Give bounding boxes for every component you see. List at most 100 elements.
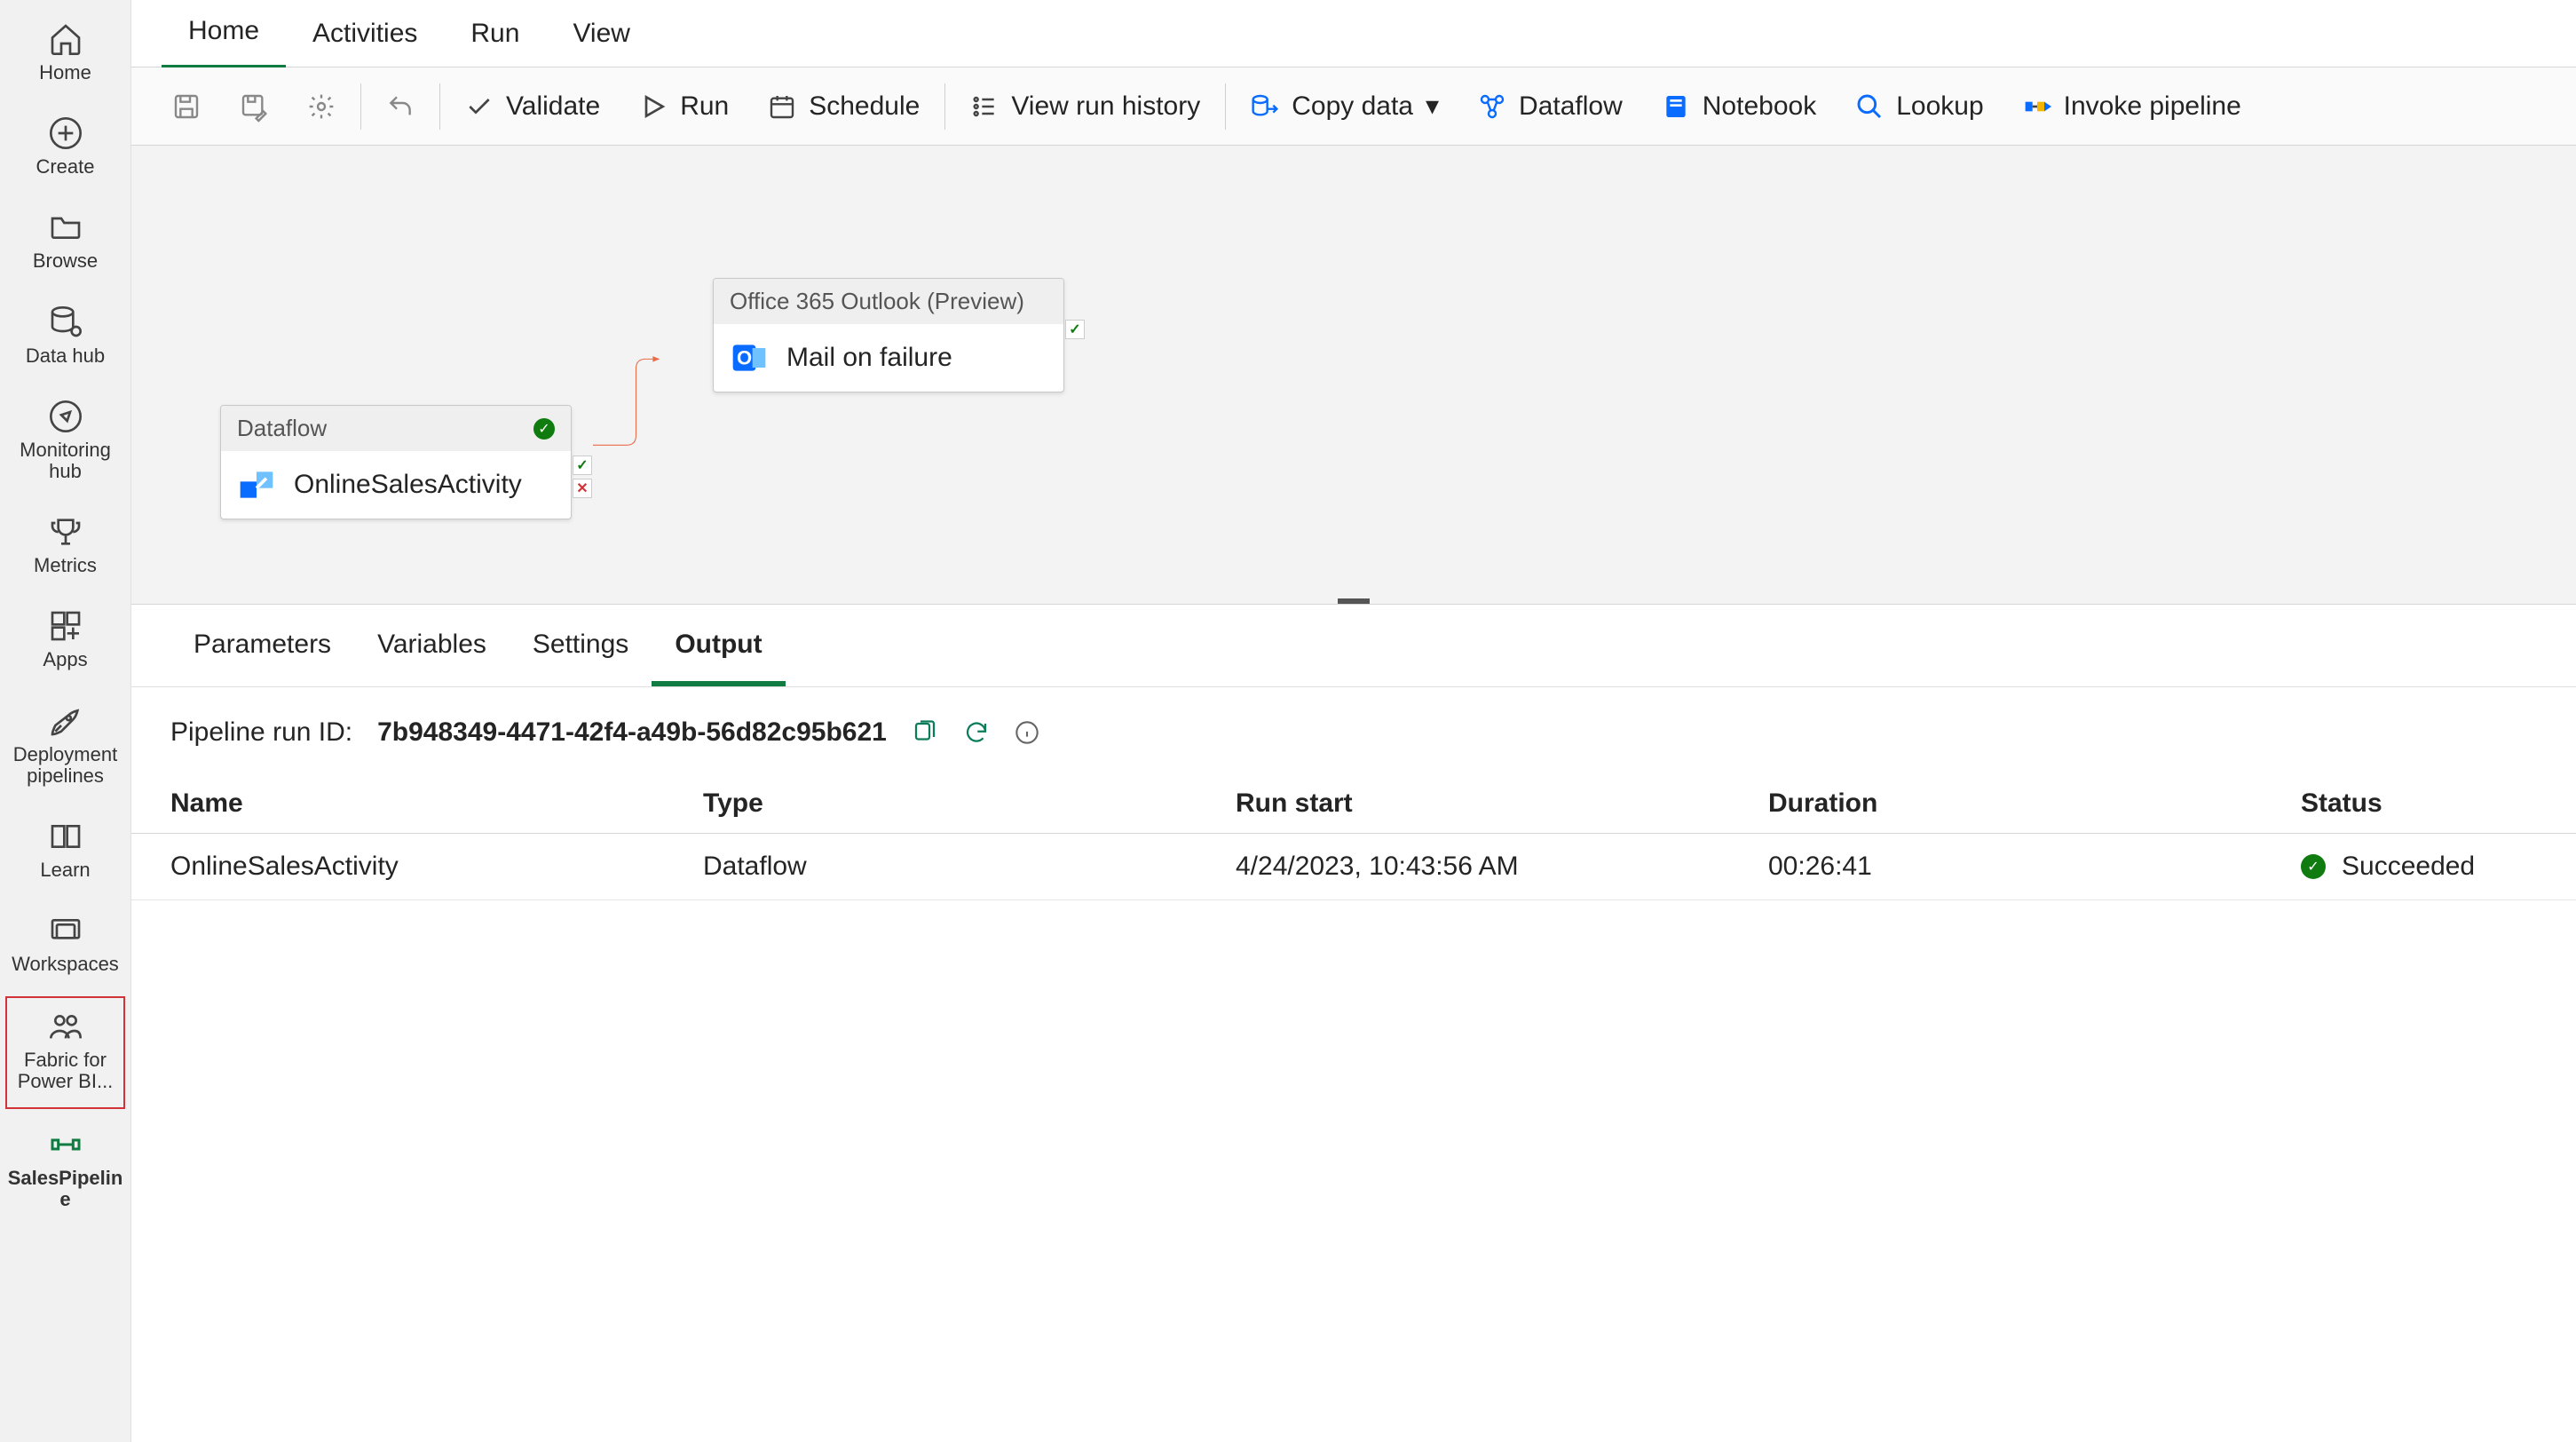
play-icon	[639, 92, 668, 121]
svg-text:O: O	[737, 346, 752, 368]
success-icon	[533, 418, 555, 440]
success-icon	[2301, 854, 2326, 879]
cell-status: Succeeded	[2262, 834, 2576, 900]
copy-data-button[interactable]: Copy data ▾	[1231, 67, 1458, 146]
activity-outlook[interactable]: Office 365 Outlook (Preview) O Mail on f…	[713, 278, 1064, 392]
book-icon	[48, 819, 83, 854]
activity-outlook-name: Mail on failure	[786, 343, 952, 373]
output-table: Name Type Run start Duration Status Onli…	[131, 774, 2576, 900]
ribbon-separator	[944, 83, 945, 130]
pipeline-canvas[interactable]: Dataflow OnlineSalesActivity ✓ ✕ Office …	[131, 146, 2576, 604]
search-icon	[1855, 92, 1884, 121]
lookup-button[interactable]: Lookup	[1836, 67, 2003, 146]
rail-apps-label: Apps	[43, 649, 87, 670]
col-duration: Duration	[1729, 774, 2262, 834]
save-button[interactable]	[153, 67, 220, 146]
rail-home[interactable]: Home	[0, 7, 130, 101]
chevron-down-icon: ▾	[1426, 91, 1439, 122]
copy-data-icon	[1251, 92, 1279, 121]
undo-icon	[386, 92, 415, 121]
port-success[interactable]: ✓	[573, 456, 592, 475]
home-icon	[48, 21, 83, 57]
rail-datahub[interactable]: Data hub	[0, 290, 130, 384]
compass-icon	[48, 399, 83, 434]
tab-home[interactable]: Home	[162, 0, 286, 70]
rail-browse[interactable]: Browse	[0, 195, 130, 289]
tab-activities[interactable]: Activities	[286, 0, 444, 67]
tab-view[interactable]: View	[546, 0, 656, 67]
copy-icon[interactable]	[912, 719, 938, 746]
rail-learn[interactable]: Learn	[0, 804, 130, 899]
port-success[interactable]: ✓	[1065, 320, 1085, 339]
run-button[interactable]: Run	[620, 67, 748, 146]
rail-create-label: Create	[36, 156, 94, 178]
view-run-history-label: View run history	[1011, 91, 1200, 122]
rail-learn-label: Learn	[40, 860, 90, 881]
top-tab-bar: Home Activities Run View	[131, 0, 2576, 67]
left-nav-rail: Home Create Browse Data hub Monitoring h…	[0, 0, 131, 1442]
rail-workspaces-label: Workspaces	[12, 954, 119, 975]
rail-deployment[interactable]: Deployment pipelines	[0, 689, 130, 804]
pipeline-icon	[48, 1127, 83, 1162]
port-failure[interactable]: ✕	[573, 479, 592, 498]
status-text: Succeeded	[2342, 852, 2475, 882]
tab-run[interactable]: Run	[444, 0, 546, 67]
save-as-button[interactable]	[220, 67, 288, 146]
activity-outlook-type: Office 365 Outlook (Preview)	[730, 288, 1024, 315]
run-label: Run	[680, 91, 729, 122]
rail-monitoring-label: Monitoring hub	[4, 440, 127, 482]
outlook-icon: O	[730, 338, 769, 377]
dataflow-label: Dataflow	[1519, 91, 1623, 122]
schedule-label: Schedule	[809, 91, 920, 122]
check-icon	[465, 92, 494, 121]
notebook-button[interactable]: Notebook	[1642, 67, 1836, 146]
detail-tab-settings[interactable]: Settings	[510, 605, 652, 686]
rail-datahub-label: Data hub	[26, 345, 105, 367]
run-id-value: 7b948349-4471-42f4-a49b-56d82c95b621	[377, 717, 887, 748]
activity-dataflow[interactable]: Dataflow OnlineSalesActivity ✓ ✕	[220, 405, 572, 519]
cell-type: Dataflow	[664, 834, 1197, 900]
info-icon[interactable]	[1015, 720, 1039, 745]
notebook-label: Notebook	[1703, 91, 1816, 122]
activity-dataflow-type: Dataflow	[237, 415, 327, 442]
apps-icon	[48, 608, 83, 644]
folder-icon	[48, 210, 83, 245]
settings-button[interactable]	[288, 67, 355, 146]
rail-deployment-label: Deployment pipelines	[4, 744, 127, 787]
detail-panel: Parameters Variables Settings Output Pip…	[131, 604, 2576, 1442]
rail-create[interactable]: Create	[0, 101, 130, 195]
validate-button[interactable]: Validate	[446, 67, 620, 146]
detail-tab-parameters[interactable]: Parameters	[170, 605, 354, 686]
run-id-row: Pipeline run ID: 7b948349-4471-42f4-a49b…	[131, 687, 2576, 774]
save-icon	[172, 92, 201, 121]
rail-monitoring[interactable]: Monitoring hub	[0, 384, 130, 500]
col-name: Name	[131, 774, 664, 834]
gear-icon	[307, 92, 336, 121]
database-icon	[48, 305, 83, 340]
calendar-icon	[768, 92, 796, 121]
rail-apps[interactable]: Apps	[0, 594, 130, 688]
invoke-pipeline-icon	[2023, 92, 2051, 121]
view-run-history-button[interactable]: View run history	[951, 67, 1220, 146]
rail-fabric-powerbi[interactable]: Fabric for Power BI...	[5, 996, 125, 1108]
cell-name: OnlineSalesActivity	[131, 834, 664, 900]
rail-metrics[interactable]: Metrics	[0, 500, 130, 594]
rail-workspaces[interactable]: Workspaces	[0, 899, 130, 993]
list-icon	[970, 92, 999, 121]
col-type: Type	[664, 774, 1197, 834]
run-id-label: Pipeline run ID:	[170, 717, 352, 748]
schedule-button[interactable]: Schedule	[748, 67, 939, 146]
invoke-pipeline-label: Invoke pipeline	[2064, 91, 2241, 122]
detail-tab-variables[interactable]: Variables	[354, 605, 510, 686]
dataflow-activity-icon	[237, 465, 276, 504]
activity-outlook-ports: ✓	[1065, 320, 1085, 339]
ribbon-separator	[1225, 83, 1226, 130]
refresh-icon[interactable]	[963, 719, 990, 746]
dataflow-button[interactable]: Dataflow	[1458, 67, 1642, 146]
rail-salespipeline[interactable]: SalesPipelin e	[0, 1113, 130, 1228]
table-row[interactable]: OnlineSalesActivity Dataflow 4/24/2023, …	[131, 834, 2576, 900]
undo-button[interactable]	[367, 67, 434, 146]
rail-salespipeline-label: SalesPipelin e	[4, 1168, 127, 1210]
invoke-pipeline-button[interactable]: Invoke pipeline	[2003, 67, 2261, 146]
detail-tab-output[interactable]: Output	[652, 605, 785, 686]
